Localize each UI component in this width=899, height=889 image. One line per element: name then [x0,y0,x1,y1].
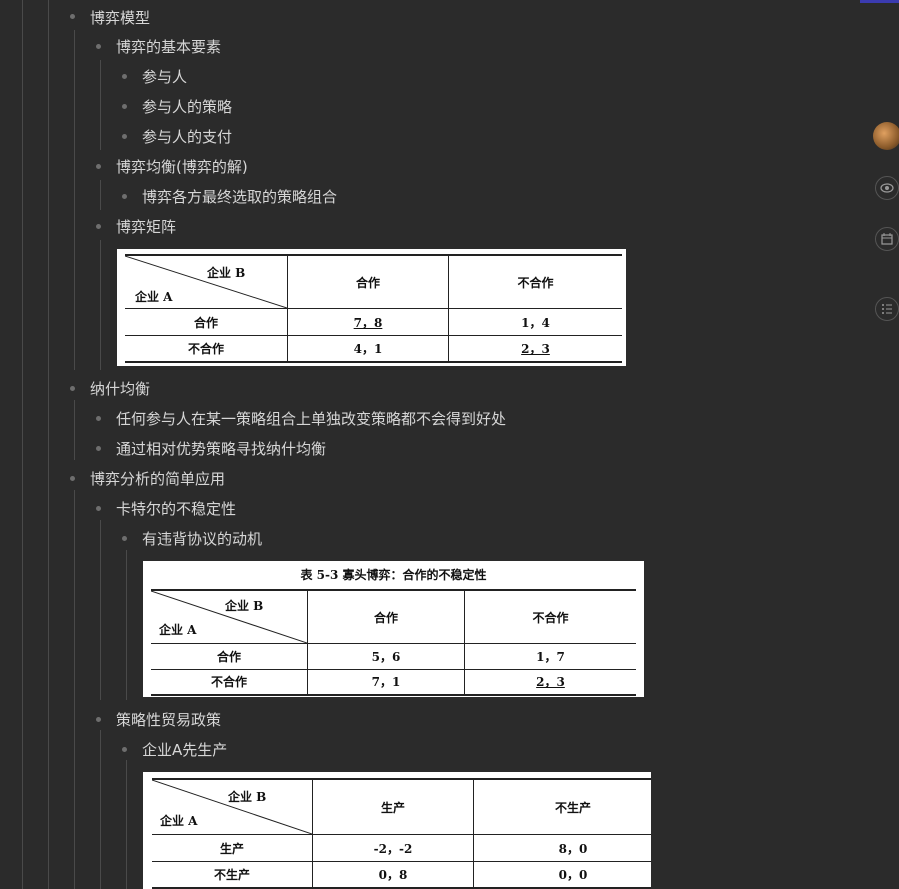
payoff-cell: 0，0 [473,861,651,888]
guide-line [74,30,75,370]
row-header: 不合作 [187,341,224,356]
payoff-cell: 1，4 [448,308,622,336]
corner-top-label: 企业 B [207,266,246,280]
avatar[interactable] [873,122,899,150]
eye-icon[interactable] [875,176,899,200]
outline-item[interactable]: 参与人 [142,67,187,87]
outline-item[interactable]: 博弈矩阵 [116,217,176,237]
col-header: 生产 [312,779,474,835]
bullet[interactable] [70,476,75,481]
payoff-cell: 4，1 [287,335,449,362]
bullet[interactable] [96,164,101,169]
bullet[interactable] [96,416,101,421]
game-matrix-image: 企业 B 企业 A 合作 不合作 合作 7，8 1，4 不合作 4，1 2，3 [117,249,626,366]
payoff-cell: 7，1 [307,669,465,695]
bullet[interactable] [70,386,75,391]
outline-item[interactable]: 博弈各方最终选取的策略组合 [142,187,337,207]
outline-item[interactable]: 任何参与人在某一策略组合上单独改变策略都不会得到好处 [116,409,506,429]
payoff-cell: 2，3 [464,669,636,695]
guide-line [100,730,101,889]
guide-line [126,760,127,889]
row-header: 合作 [125,308,288,336]
col-header: 合作 [287,255,449,309]
corner-bottom-label: 企业 A [135,290,173,304]
payoff-cell: -2，-2 [312,834,474,862]
payoff-cell: 8，0 [473,834,651,862]
outline-item[interactable]: 参与人的支付 [142,127,232,147]
guide-line [126,550,127,700]
outline-item[interactable]: 纳什均衡 [90,379,150,399]
corner-top-label: 企业 B [225,599,264,613]
col-header: 不合作 [448,255,622,309]
calendar-icon[interactable] [875,227,899,251]
bullet[interactable] [96,224,101,229]
guide-line [100,520,101,700]
cartel-matrix-image: 表 5-3 寡头博弈：合作的不稳定性 企业 B 企业 A 合作 不合作 合作 5… [143,561,644,697]
bullet[interactable] [96,506,101,511]
corner-cell: 企业 B 企业 A [151,590,308,644]
corner-cell: 企业 B 企业 A [125,255,288,309]
outline-item[interactable]: 有违背协议的动机 [142,529,262,549]
corner-bottom-label: 企业 A [159,623,197,637]
guide-line [100,240,101,370]
outline-item[interactable]: 博弈模型 [90,8,150,28]
guide-line [22,0,23,889]
guide-line [74,400,75,460]
guide-line [74,490,75,889]
cartel-matrix-table: 企业 B 企业 A 合作 不合作 合作 5，6 1，7 不合作 7，1 2，3 [151,589,636,696]
bullet[interactable] [122,74,127,79]
bullet[interactable] [122,104,127,109]
outline-item[interactable]: 策略性贸易政策 [116,710,221,730]
payoff-cell: 7，8 [287,308,449,336]
payoff-cell: 1，7 [464,643,636,670]
outline-item[interactable]: 企业A先生产 [142,740,227,760]
outline-item[interactable]: 参与人的策略 [142,97,232,117]
bullet[interactable] [96,717,101,722]
corner-bottom-label: 企业 A [160,814,198,828]
production-matrix-table: 企业 B 企业 A 生产 不生产 生产 -2，-2 8，0 不生产 0，8 0，… [152,778,651,889]
row-header: 合作 [151,643,308,670]
guide-line [100,180,101,210]
outline-item[interactable]: 卡特尔的不稳定性 [116,499,236,519]
col-header: 不生产 [473,779,651,835]
bullet[interactable] [96,44,101,49]
corner-top-label: 企业 B [228,790,267,804]
col-header: 合作 [307,590,465,644]
bullet[interactable] [122,194,127,199]
bullet[interactable] [96,446,101,451]
payoff-cell: 5，6 [307,643,465,670]
row-header: 生产 [152,834,313,862]
guide-line [48,0,49,889]
payoff-cell: 0，8 [312,861,474,888]
outline-item[interactable]: 通过相对优势策略寻找纳什均衡 [116,439,326,459]
corner-cell: 企业 B 企业 A [152,779,313,835]
payoff-cell: 2，3 [448,335,622,362]
bullet[interactable] [122,747,127,752]
table-caption: 表 5-3 寡头博弈：合作的不稳定性 [300,568,487,582]
production-matrix-image: 企业 B 企业 A 生产 不生产 生产 -2，-2 8，0 不生产 0，8 0，… [143,772,651,889]
game-matrix-table: 企业 B 企业 A 合作 不合作 合作 7，8 1，4 不合作 4，1 2，3 [125,254,622,363]
bullet[interactable] [70,14,75,19]
outline-item[interactable]: 博弈的基本要素 [116,37,221,57]
guide-line [100,60,101,150]
row-header: 不生产 [213,867,250,882]
outline-item[interactable]: 博弈分析的简单应用 [90,469,225,489]
outline-item[interactable]: 博弈均衡(博弈的解) [116,157,248,177]
col-header: 不合作 [464,590,636,644]
top-accent-bar [860,0,899,3]
bullet[interactable] [122,536,127,541]
outline-icon[interactable] [875,297,899,321]
row-header: 不合作 [210,675,247,690]
bullet[interactable] [122,134,127,139]
